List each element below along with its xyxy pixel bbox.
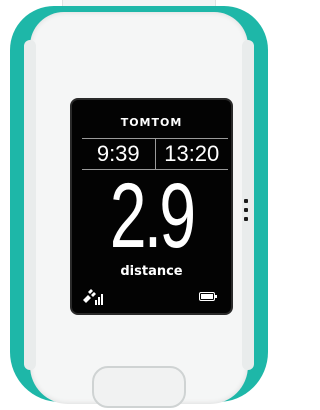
- bezel-side-left: [24, 40, 36, 370]
- menu-dots-icon[interactable]: [244, 199, 249, 222]
- metric-label: distance: [120, 264, 183, 279]
- battery-icon: [199, 292, 217, 301]
- menu-dot: [244, 199, 248, 203]
- watch-device: TOMTOM 9:39 13:20 2.9 distance: [0, 0, 276, 410]
- watch-screen: TOMTOM 9:39 13:20 2.9 distance: [70, 98, 233, 315]
- gps-signal-icon: [83, 289, 103, 305]
- distance-value: 2.9: [109, 165, 196, 267]
- bottom-button[interactable]: [92, 366, 186, 408]
- brand-logo: TOMTOM: [120, 116, 183, 129]
- menu-dot: [244, 217, 248, 221]
- menu-dot: [244, 208, 248, 212]
